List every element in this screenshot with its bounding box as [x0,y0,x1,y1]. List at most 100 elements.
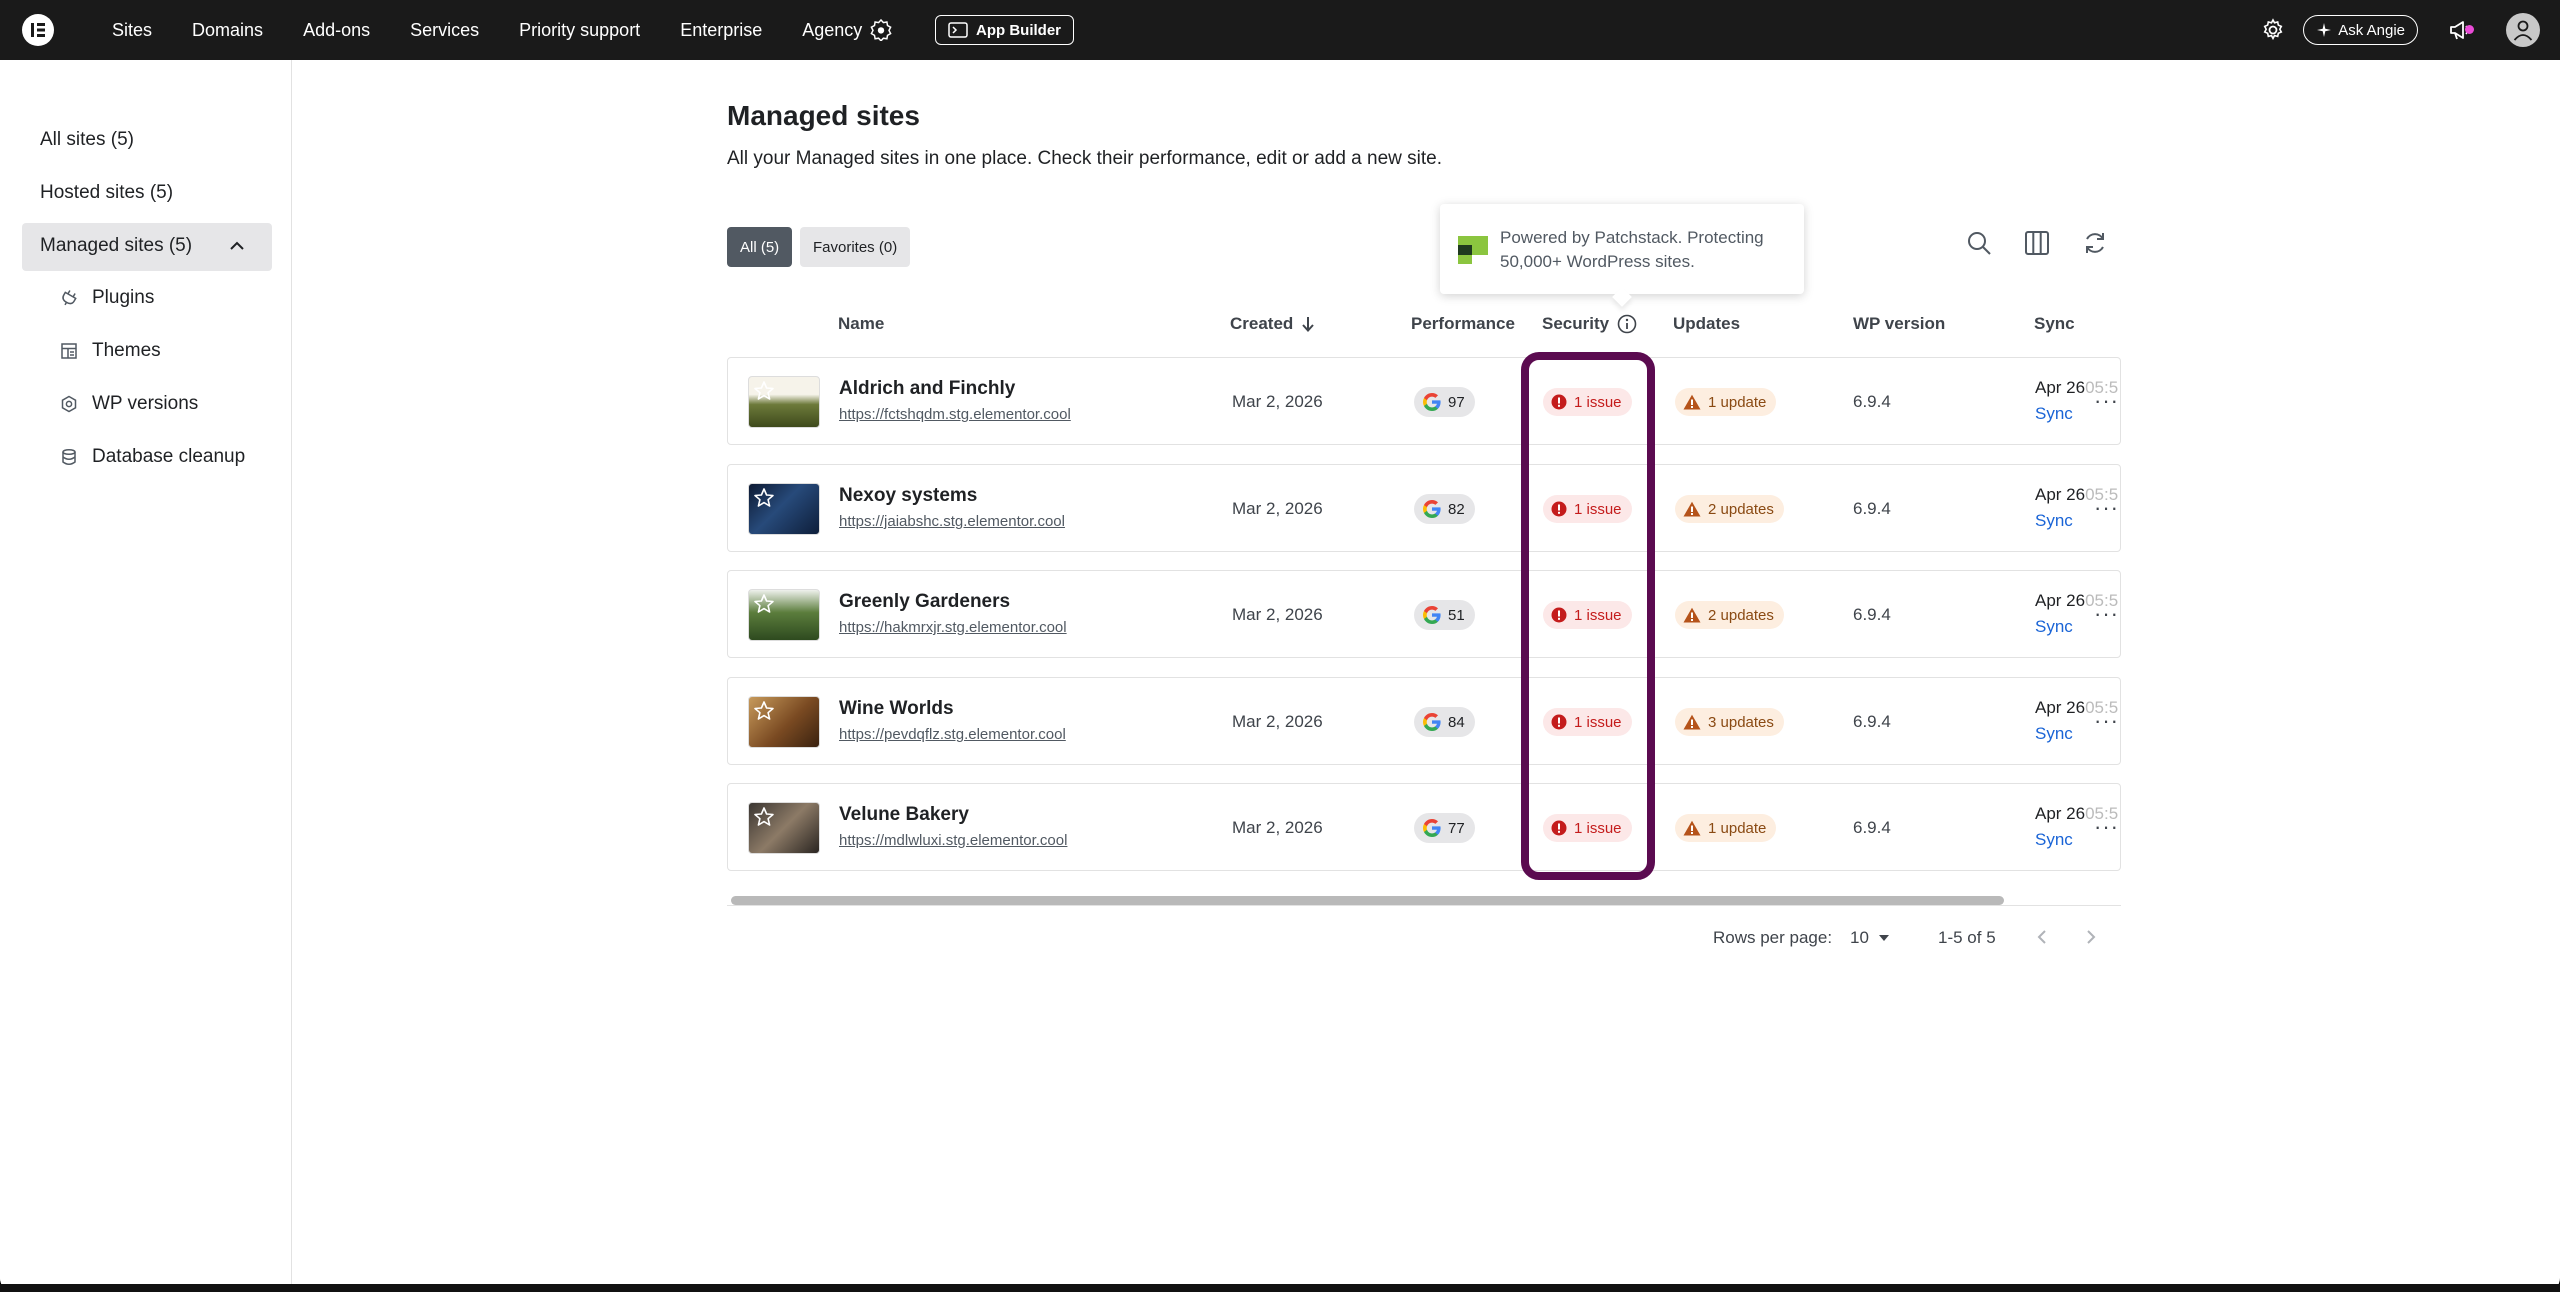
pagination-range: 1-5 of 5 [1938,928,1996,947]
nav-sites[interactable]: Sites [112,20,152,41]
column-header-created-label: Created [1230,314,1294,333]
favorite-star-icon[interactable] [753,380,775,402]
user-icon [2513,20,2533,41]
columns-icon[interactable] [2024,230,2050,256]
column-header-name-label: Name [838,314,885,333]
site-url-link[interactable]: https://mdlwluxi.stg.elementor.cool [839,832,1067,849]
sync-link[interactable]: Sync [2035,830,2073,850]
site-name[interactable]: Nexoy systems [839,485,977,507]
nav-add-ons[interactable]: Add-ons [303,20,370,41]
sync-link[interactable]: Sync [2035,617,2073,637]
ask-angie-button[interactable]: Ask Angie [2303,15,2418,45]
site-name[interactable]: Velune Bakery [839,804,969,826]
site-url-link[interactable]: https://jaiabshc.stg.elementor.cool [839,513,1065,530]
horizontal-scrollbar[interactable] [727,894,2121,906]
filter-favorites-tab[interactable]: Favorites (0) [800,227,911,267]
nav-services[interactable]: Services [410,20,479,41]
sidebar-item-wp-versions[interactable]: WP versions [60,393,198,415]
performance-score: 84 [1448,713,1465,731]
search-icon[interactable] [1966,230,1992,256]
column-header-created[interactable]: Created [1230,314,1315,334]
more-options-icon[interactable]: ··· [2094,495,2119,521]
favorite-star-icon[interactable] [753,806,775,828]
table-row[interactable]: Greenly Gardeners https://hakmrxjr.stg.e… [727,570,2121,658]
site-url-link[interactable]: https://hakmrxjr.stg.elementor.cool [839,619,1067,636]
table-row[interactable]: Wine Worlds https://pevdqflz.stg.element… [727,677,2121,765]
site-thumbnail[interactable] [748,483,820,535]
nav-agency[interactable]: Agency [802,19,892,41]
performance-badge[interactable]: 97 [1414,387,1475,417]
sidebar-item-themes[interactable]: Themes [60,340,161,362]
site-name[interactable]: Greenly Gardeners [839,591,1010,613]
site-url-link[interactable]: https://pevdqflz.stg.elementor.cool [839,726,1066,743]
favorite-star-icon[interactable] [753,700,775,722]
sync-link[interactable]: Sync [2035,404,2073,424]
sidebar-item-wp-versions-label: WP versions [92,393,199,414]
info-icon[interactable] [1617,314,1637,334]
updates-badge[interactable]: 2 updates [1675,601,1784,629]
column-header-security[interactable]: Security [1542,314,1637,334]
updates-count: 1 update [1708,819,1767,837]
column-header-sync[interactable]: Sync [2034,314,2075,334]
user-avatar[interactable] [2506,13,2540,47]
table-row[interactable]: Velune Bakery https://mdlwluxi.stg.eleme… [727,783,2121,871]
favorite-star-icon[interactable] [753,593,775,615]
nav-priority-support[interactable]: Priority support [519,20,640,41]
favorite-star-icon[interactable] [753,487,775,509]
site-name[interactable]: Wine Worlds [839,698,954,720]
app-builder-button[interactable]: App Builder [935,15,1074,45]
updates-badge[interactable]: 1 update [1675,388,1777,416]
settings-gear-icon[interactable] [2261,18,2285,42]
site-thumbnail[interactable] [748,696,820,748]
nav-domains[interactable]: Domains [192,20,263,41]
site-thumbnail[interactable] [748,802,820,854]
dropdown-arrow-icon [1878,935,1889,941]
rows-per-page-select[interactable]: 10 [1850,928,1893,948]
sidebar-item-plugins[interactable]: Plugins [60,287,154,309]
announcements-megaphone-icon[interactable] [2448,17,2474,43]
nav-enterprise[interactable]: Enterprise [680,20,762,41]
more-options-icon[interactable]: ··· [2094,708,2119,734]
notification-dot [2465,25,2474,34]
updates-badge[interactable]: 3 updates [1675,708,1784,736]
filter-all-tab[interactable]: All (5) [727,227,793,267]
site-name[interactable]: Aldrich and Finchly [839,378,1015,400]
column-header-wp-version[interactable]: WP version [1853,314,1945,334]
more-options-icon[interactable]: ··· [2094,601,2119,627]
previous-page-icon[interactable] [2034,928,2050,946]
column-header-updates[interactable]: Updates [1673,314,1740,334]
table-row[interactable]: Aldrich and Finchly https://fctshqdm.stg… [727,357,2121,445]
performance-badge[interactable]: 82 [1414,494,1475,524]
sidebar-item-database-cleanup[interactable]: Database cleanup [60,446,245,468]
elementor-logo-icon[interactable] [22,14,54,46]
column-header-performance[interactable]: Performance [1411,314,1515,334]
sync-link[interactable]: Sync [2035,724,2073,744]
performance-score: 97 [1448,393,1465,411]
google-g-icon [1423,500,1441,518]
updates-badge[interactable]: 2 updates [1675,495,1784,523]
refresh-icon[interactable] [2082,230,2108,256]
performance-badge[interactable]: 84 [1414,707,1475,737]
performance-badge[interactable]: 77 [1414,813,1475,843]
main-nav: Sites Domains Add-ons Services Priority … [112,0,932,60]
sidebar-item-managed-sites-label: Managed sites (5) [40,235,193,256]
sidebar-item-managed-sites[interactable]: Managed sites (5) [22,223,272,271]
performance-badge[interactable]: 51 [1414,600,1475,630]
sync-link[interactable]: Sync [2035,511,2073,531]
next-page-icon[interactable] [2083,928,2099,946]
sidebar-item-hosted-sites[interactable]: Hosted sites (5) [40,182,173,204]
site-thumbnail[interactable] [748,376,820,428]
column-header-name[interactable]: Name [838,314,884,334]
rows-per-page-label: Rows per page: [1713,928,1833,947]
scrollbar-thumb[interactable] [731,896,2004,905]
site-url-link[interactable]: https://fctshqdm.stg.elementor.cool [839,406,1071,423]
more-options-icon[interactable]: ··· [2094,388,2119,414]
table-row[interactable]: Nexoy systems https://jaiabshc.stg.eleme… [727,464,2121,552]
sidebar-item-all-sites[interactable]: All sites (5) [40,129,134,151]
more-options-icon[interactable]: ··· [2094,814,2119,840]
updates-badge[interactable]: 1 update [1675,814,1777,842]
site-thumbnail[interactable] [748,589,820,641]
updates-count: 2 updates [1708,500,1774,518]
google-g-icon [1423,713,1441,731]
chevron-up-icon[interactable] [229,239,245,253]
